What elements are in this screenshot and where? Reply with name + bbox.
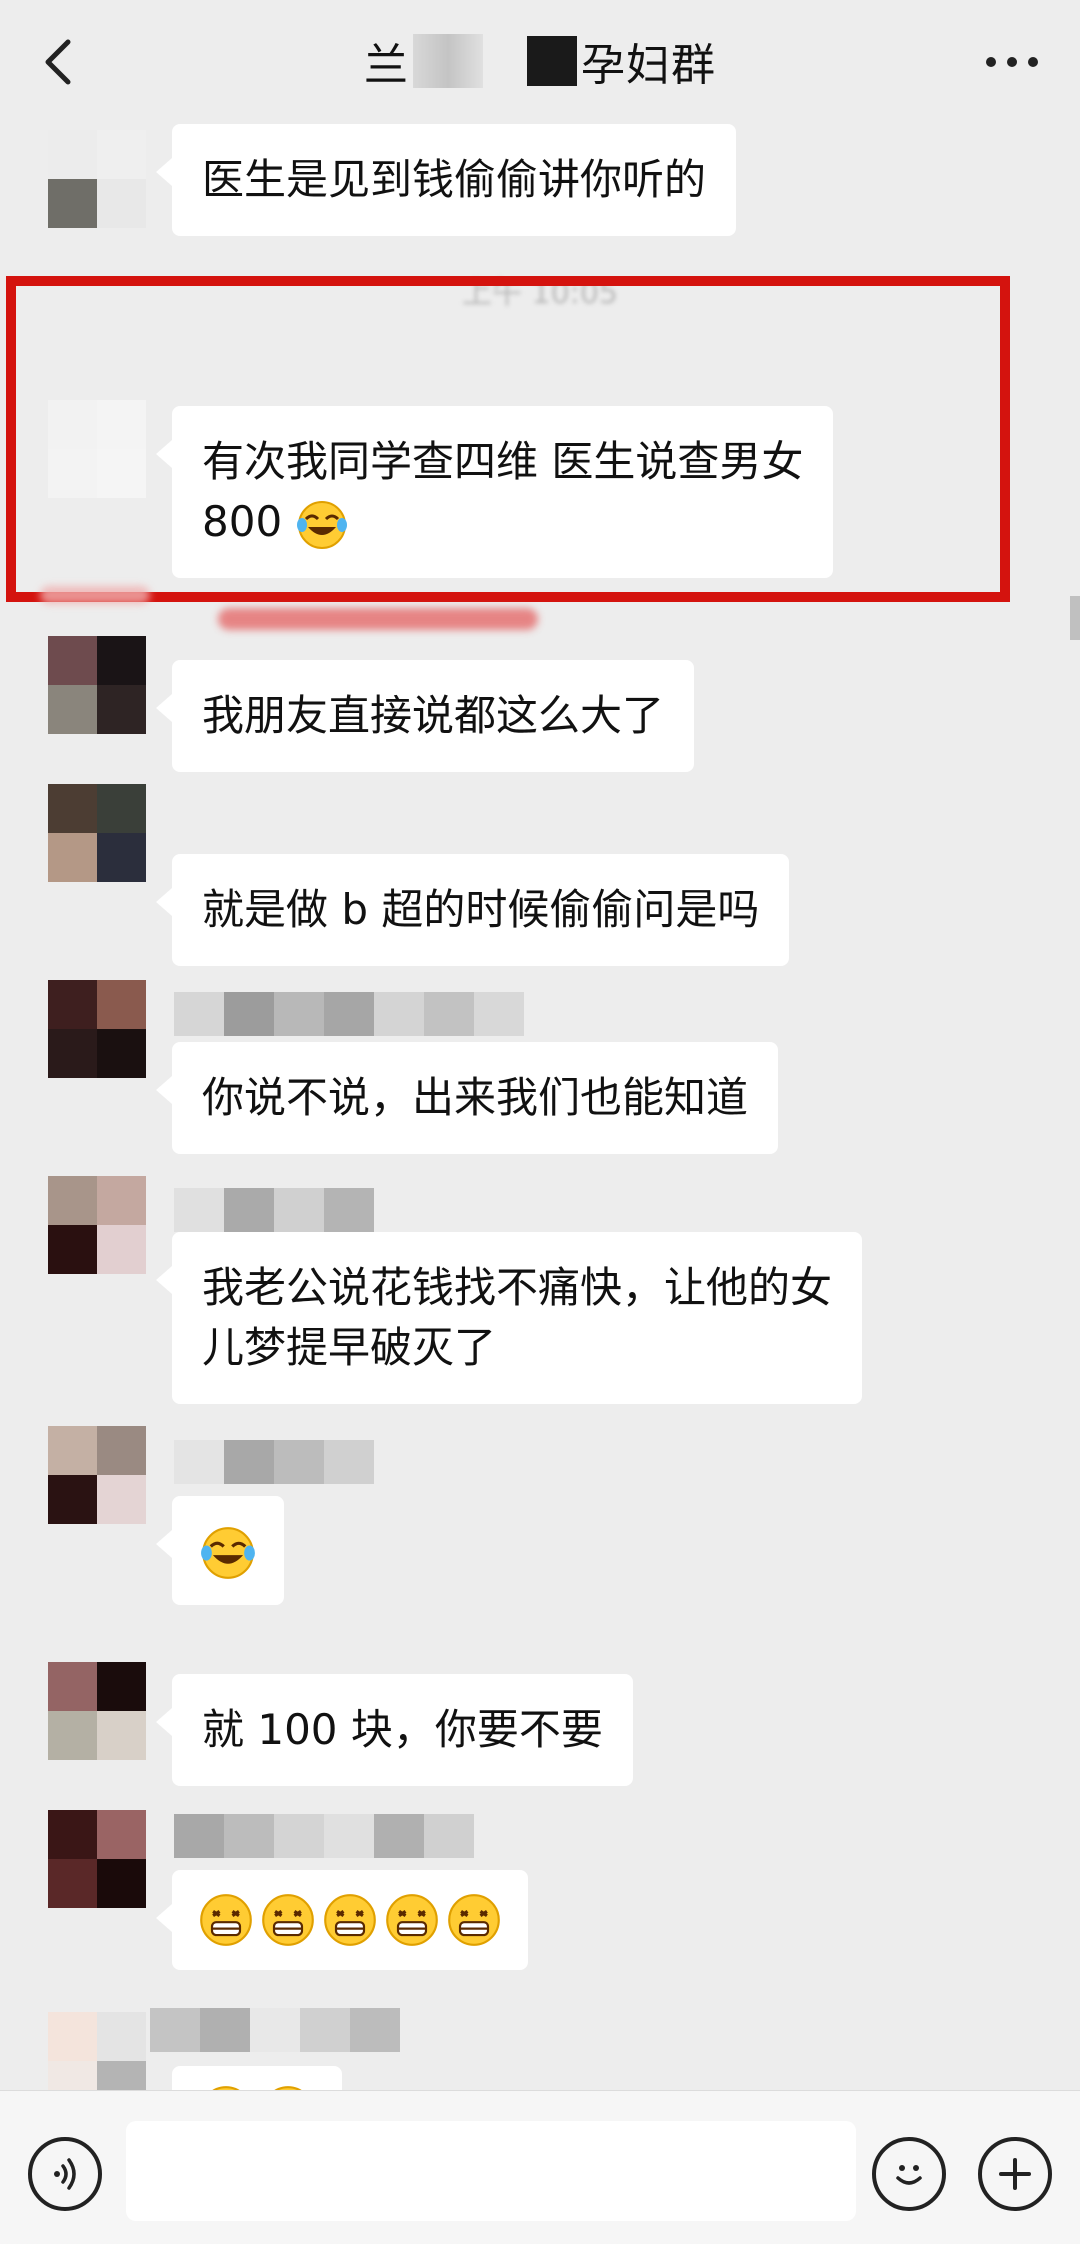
grin-emoji-row [198, 1892, 502, 1948]
nickname-redacted [174, 1814, 474, 1858]
grin-icon [200, 1894, 252, 1946]
message-text: 我朋友直接说都这么大了 [202, 691, 665, 740]
message-bubble[interactable]: 我老公说花钱找不痛快，让他的女 儿梦提早破灭了 [155, 1232, 863, 1404]
avatar[interactable] [48, 130, 146, 228]
grin-icon [448, 1894, 500, 1946]
message-bubble[interactable] [156, 1870, 528, 1970]
avatar[interactable] [48, 636, 146, 734]
plus-button[interactable] [978, 2137, 1052, 2211]
highlight-frame [6, 276, 1010, 602]
grin-icon [262, 1894, 314, 1946]
nickname-redacted [174, 992, 524, 1036]
input-bar [0, 2090, 1080, 2244]
message-bubble[interactable]: 医生是见到钱偷偷讲你听的 [155, 124, 737, 236]
avatar[interactable] [48, 980, 146, 1078]
nickname-redacted [174, 1440, 374, 1484]
message-bubble[interactable]: 你说不说，出来我们也能知道 [155, 1042, 779, 1154]
voice-icon [54, 2158, 76, 2190]
title-suffix: 孕妇群 [581, 40, 716, 91]
avatar[interactable] [48, 1426, 146, 1524]
more-icon [986, 57, 1038, 67]
grin-icon [386, 1894, 438, 1946]
avatar[interactable] [48, 1662, 146, 1760]
message-text-line2: 儿梦提早破灭了 [202, 1323, 497, 1372]
avatar[interactable] [48, 784, 146, 882]
message-bubble[interactable]: 我朋友直接说都这么大了 [155, 660, 695, 772]
avatar[interactable] [48, 1810, 146, 1908]
message-text: 就 100 块，你要不要 [202, 1705, 603, 1754]
message-bubble[interactable]: 就 100 块，你要不要 [156, 1674, 633, 1786]
emoji-button[interactable] [872, 2137, 946, 2211]
title-redaction [413, 34, 483, 88]
message-text: 我老公说花钱找不痛快，让他的女 [202, 1263, 833, 1312]
title-prefix: 兰 [364, 40, 409, 91]
nickname-redacted [150, 2008, 400, 2052]
red-mark [40, 586, 150, 604]
red-mark [218, 608, 538, 630]
message-text: 医生是见到钱偷偷讲你听的 [202, 155, 707, 204]
nickname-redacted [174, 1188, 374, 1232]
grin-icon [324, 1894, 376, 1946]
message-input[interactable] [126, 2121, 856, 2221]
back-icon [45, 39, 71, 85]
laugh-tears-icon [201, 1526, 255, 1579]
message-bubble[interactable]: 就是做 b 超的时候偷偷问是吗 [155, 854, 790, 966]
avatar[interactable] [48, 1176, 146, 1274]
message-text: 就是做 b 超的时候偷偷问是吗 [202, 885, 760, 934]
emoji-icon [896, 2165, 922, 2185]
chat-title: 兰 孕妇群 [364, 29, 716, 93]
plus-icon [999, 2158, 1031, 2190]
title-redaction-dark [527, 36, 577, 86]
more-button[interactable] [982, 38, 1042, 86]
chat-header: 兰 孕妇群 [0, 0, 1080, 122]
back-button[interactable] [34, 34, 82, 90]
message-text: 你说不说，出来我们也能知道 [202, 1073, 749, 1122]
scrollbar[interactable] [1070, 596, 1080, 640]
message-bubble[interactable] [156, 1496, 284, 1605]
voice-button[interactable] [28, 2137, 102, 2211]
